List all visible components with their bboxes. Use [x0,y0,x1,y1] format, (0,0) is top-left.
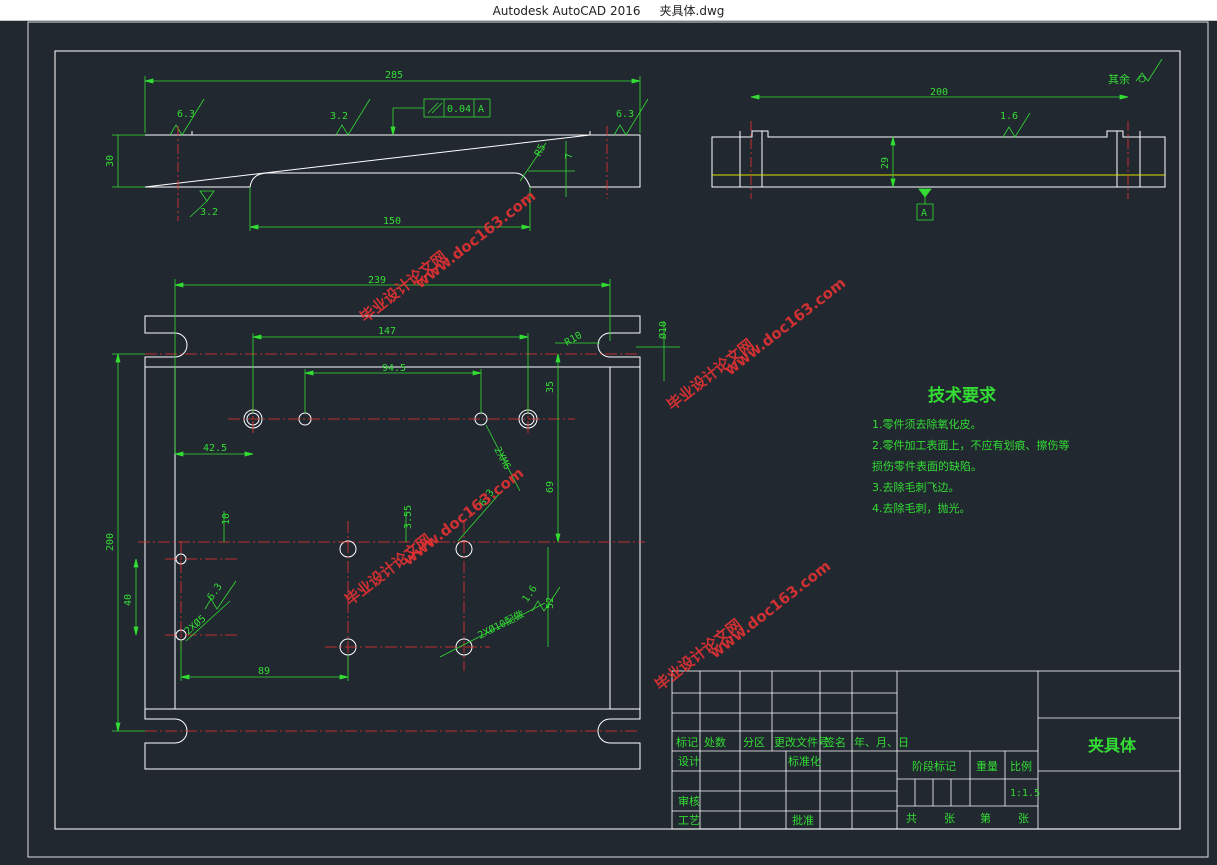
pin-note: 2XØ10配做 [475,607,526,641]
tb-standard: 标准化 [788,754,821,768]
bolt-note: 2XØ5 [182,613,208,638]
tech-line-3: 损伤零件表面的缺陷。 [872,459,982,473]
rough-mid: 3.2 [330,111,348,122]
front-view-dims [112,76,649,230]
cad-drawing: 285 30 150 6.3 3.2 6.3 3.2 0.04 A R5 7 2… [27,21,1209,858]
tb-approve: 批准 [792,813,814,827]
side-view [711,130,1166,188]
dim-10: 10 [221,513,232,525]
dim-plan-width: 239 [368,275,386,286]
watermark-url-2: www.doc163.com [721,274,849,379]
tb-review: 审核 [678,794,700,808]
tap-note: 2XM6 [491,445,512,471]
dim-200: 200 [105,533,116,551]
side-datum-label: A [921,208,927,219]
tech-requirements: 技术要求 1.零件须去除氧化皮。 2.零件加工表面上，不应有划痕、擦伤等 损伤零… [872,385,1070,515]
plan-view-dims [112,279,680,732]
tech-line-5: 4.去除毛刺，抛光。 [872,501,971,515]
dim-40: 40 [123,594,134,606]
dim-side-height: 29 [880,157,891,169]
tech-line-4: 3.去除毛刺飞边。 [872,480,960,494]
window-titlebar: Autodesk AutoCAD 2016 夹具体.dwg [0,0,1217,21]
tb-zone: 分区 [743,736,765,749]
tb-process: 工艺 [678,814,700,827]
dim-69: 69 [545,481,556,493]
tb-stage-mark: 阶段标记 [912,759,956,773]
tb-count: 处数 [704,736,726,749]
rough-right: 6.3 [616,109,634,120]
tb-weight: 重量 [976,759,998,773]
flatness-value: 0.04 [447,104,471,115]
dim-left-offset: 42.5 [203,443,227,454]
dim-holes-span: 147 [378,326,396,337]
dim-355: 3.55 [403,505,414,529]
tb-page: 第 [980,811,991,825]
rough-note-a: 6.3 [205,582,224,603]
tech-title: 技术要求 [928,385,996,406]
tb-sheets2: 张 [1018,812,1029,825]
tb-scale: 1:1.5 [1010,788,1040,799]
tb-scale-label: 比例 [1010,759,1032,773]
dim-slot-r: R10 [563,330,584,349]
rough-note-c: 1.6 [520,584,539,605]
rough-bottom: 3.2 [200,207,218,218]
dim-chamfer-r: R5 [533,143,548,159]
plan-centerlines [138,353,645,732]
side-rough: 1.6 [1000,111,1018,122]
drawing-canvas[interactable]: 285 30 150 6.3 3.2 6.3 3.2 0.04 A R5 7 2… [0,21,1217,861]
dim-inner-span: 94.5 [382,363,406,374]
watermarks: www.doc163.com 毕业设计论文网 www.doc163.com 毕业… [341,187,849,694]
watermark-url-4: www.doc163.com [706,557,834,662]
dim-top-length: 285 [385,70,403,81]
plan-view [144,315,641,770]
rough-left: 6.3 [177,109,195,120]
watermark-cn-4: 毕业设计论文网 [651,615,745,694]
part-name: 夹具体 [1088,736,1137,755]
dim-chamfer-h: 7 [564,153,575,159]
tb-sign: 签名 [824,735,846,749]
tb-total: 共 [906,812,917,825]
tb-change-doc: 更改文件号 [774,735,829,749]
tb-design: 设计 [678,755,700,768]
surface-rest-label: 其余 [1108,72,1130,86]
tech-line-2: 2.零件加工表面上，不应有划痕、擦伤等 [872,438,1070,452]
tech-line-1: 1.零件须去除氧化皮。 [872,417,982,431]
dim-89: 89 [258,666,270,677]
tb-date: 年、月、日 [854,735,909,749]
tb-sheets1: 张 [944,812,955,825]
window-title: Autodesk AutoCAD 2016 夹具体.dwg [492,4,725,18]
dim-35: 35 [545,381,556,393]
watermark-cn-1: 毕业设计论文网 [356,247,450,326]
tb-mark: 标记 [676,735,698,749]
flatness-datum: A [478,104,484,115]
dim-side-length: 200 [930,87,948,98]
dim-top-height: 30 [105,155,116,167]
dim-slot-w: Ø10 [657,321,669,339]
dim-slot-length: 150 [383,216,401,227]
dim-52: 52 [545,597,556,609]
side-view-dims [750,58,1163,221]
